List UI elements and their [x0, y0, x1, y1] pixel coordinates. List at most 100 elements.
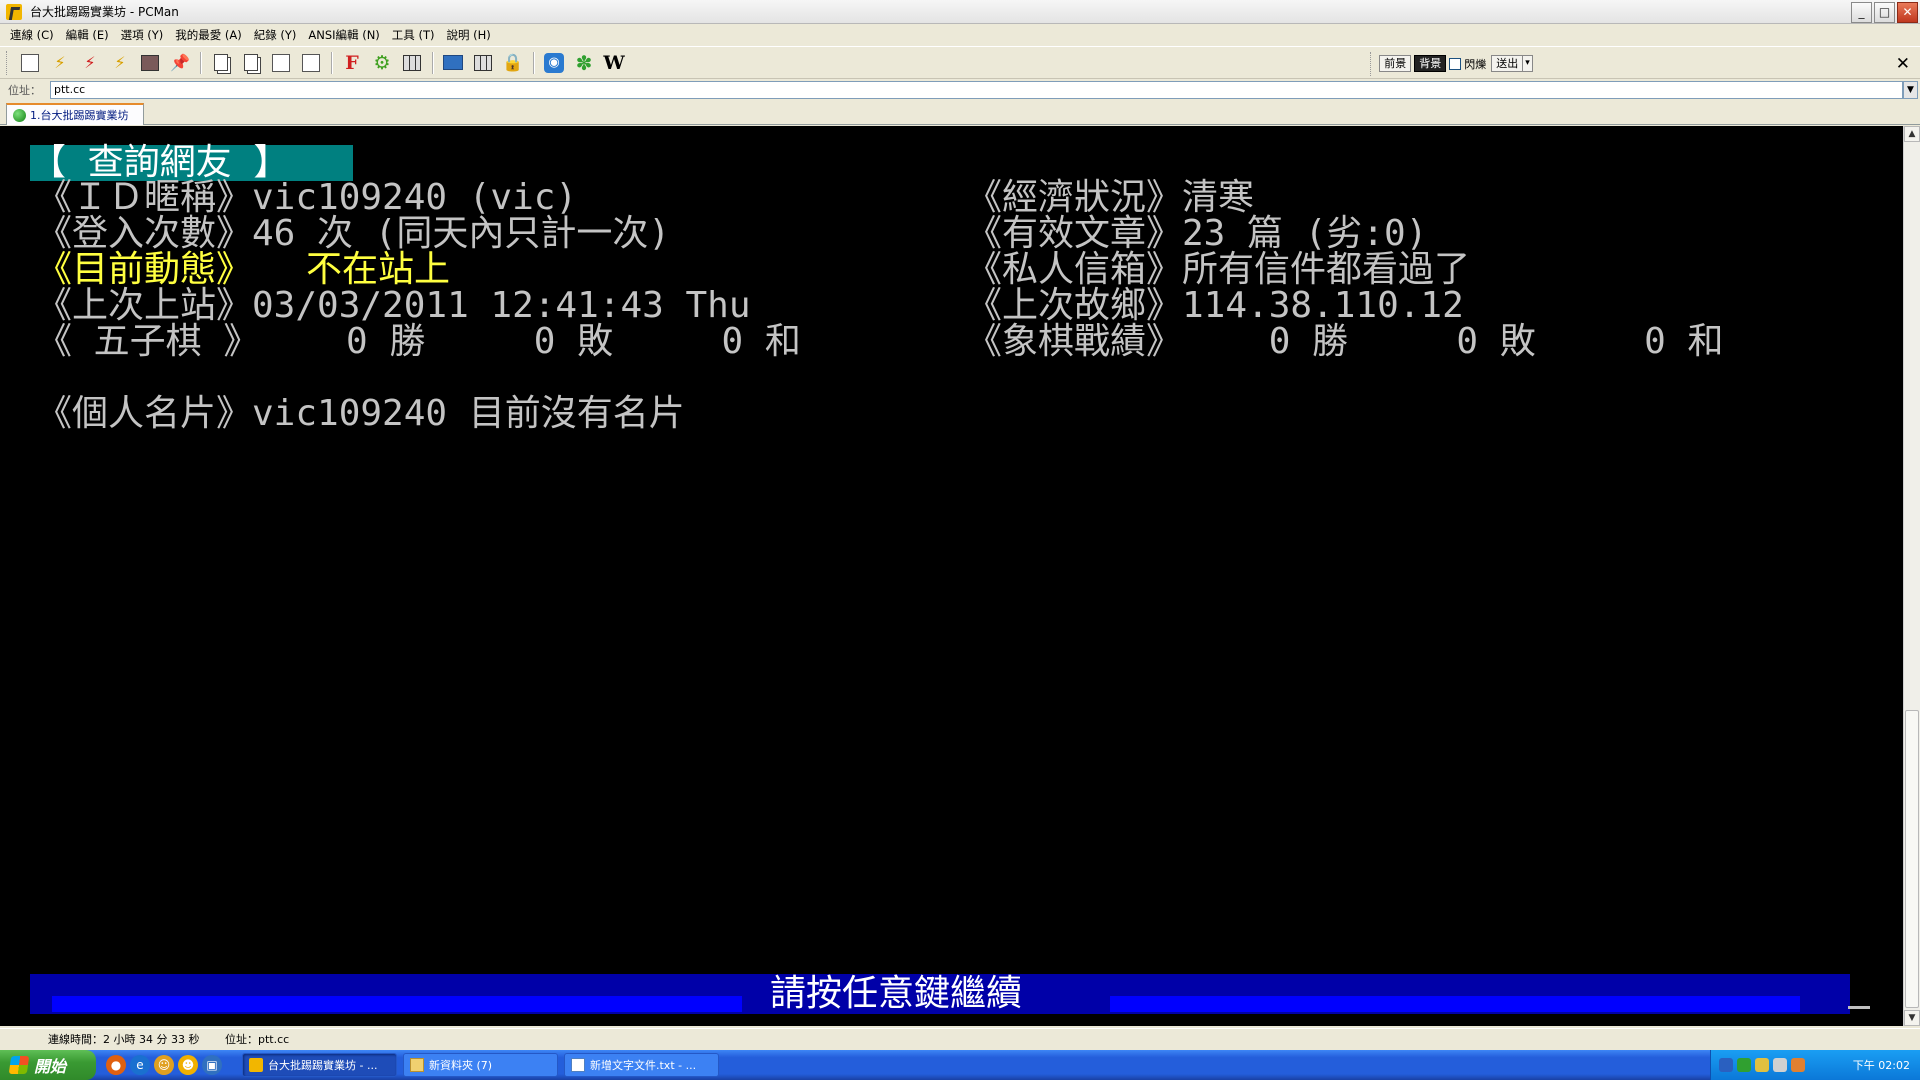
settings-gear-icon[interactable]: ⚙	[370, 51, 394, 75]
site-list-icon[interactable]	[18, 51, 42, 75]
title-bar: 台大批踢踢實業坊 - PCMan _ □ ✕	[0, 0, 1920, 24]
connected-status-icon	[13, 108, 26, 122]
checkbox-box[interactable]	[1449, 57, 1462, 70]
notepad-icon	[571, 1058, 585, 1072]
current-status-value: 不在站上	[306, 249, 451, 290]
close-icon[interactable]: ✕	[1896, 54, 1910, 74]
terminal-screen[interactable]: 【 查詢網友 】 《ＩＤ暱稱》vic109240 (vic) 《經濟狀況》清寒 …	[0, 126, 1903, 1026]
menu-edit[interactable]: 編輯 (E)	[60, 27, 115, 43]
taskbar-item-pcman[interactable]: 台大批踢踢實業坊 - ...	[242, 1053, 397, 1077]
start-label: 開始	[34, 1057, 67, 1076]
address-input[interactable]: ptt.cc	[50, 81, 1903, 99]
chevron-down-icon[interactable]: ▼	[1903, 81, 1918, 99]
copy-icon[interactable]	[209, 51, 233, 75]
background-color-button[interactable]: 背景	[1414, 55, 1447, 72]
menu-help[interactable]: 說明 (H)	[440, 27, 496, 43]
volume-icon[interactable]	[1773, 1058, 1787, 1072]
menu-connection[interactable]: 連線 (C)	[4, 27, 60, 43]
login-count-row: 《登入次數》46 次 (同天內只計一次)	[36, 213, 671, 254]
connection-time: 連線時間：2 小時 34 分 33 秒	[48, 1032, 200, 1046]
scroll-down-icon[interactable]: ▼	[1904, 1010, 1920, 1026]
address-bar: 位址： ptt.cc ▼	[0, 80, 1920, 100]
start-button[interactable]: 開始	[0, 1050, 96, 1080]
pcman-icon	[249, 1058, 263, 1072]
taskbar-item-label: 新資料夾 (7)	[429, 1059, 493, 1072]
last-login-row: 《上次上站》03/03/2011 12:41:43 Thu	[36, 285, 751, 326]
internet-explorer-icon[interactable]: e	[130, 1055, 150, 1075]
toolbar-separator	[200, 51, 201, 74]
disconnect-icon[interactable]: ⚡	[78, 51, 102, 75]
tab-label: 1.台大批踢踢實業坊	[30, 109, 129, 122]
address-label: 位址：	[8, 84, 41, 97]
taskbar-item-folder[interactable]: 新資料夾 (7)	[403, 1053, 558, 1077]
press-any-key-bar: 請按任意鍵繼續	[30, 974, 1850, 1014]
prompt-stripe-left	[52, 996, 742, 1012]
scroll-up-icon[interactable]: ▲	[1904, 126, 1920, 142]
close-connection-icon[interactable]	[138, 51, 162, 75]
scrollbar-thumb[interactable]	[1905, 710, 1919, 1008]
copy-ansi-icon[interactable]	[239, 51, 263, 75]
menu-tools[interactable]: 工具 (T)	[386, 27, 441, 43]
chess-record-row: 《象棋戰績》 0 勝 0 敗 0 和	[966, 321, 1724, 362]
current-status-label: 《目前動態》	[36, 249, 253, 290]
monitor-icon[interactable]	[441, 51, 465, 75]
mailbox-row: 《私人信箱》所有信件都看過了	[966, 249, 1471, 290]
menu-ansi-edit[interactable]: ANSI編輯 (N)	[302, 27, 385, 43]
chevron-down-icon[interactable]: ▾	[1523, 55, 1533, 72]
emoticon-table-icon[interactable]	[471, 51, 495, 75]
quick-launch: ● e ☺ ☻ ▣	[106, 1055, 222, 1075]
toolbar: ⚡ ⚡ ⚡ 📌 F ⚙ 🔒 ◉ ✽ W 前景 背景 閃爍 送出 ▾ ✕	[0, 46, 1920, 79]
paste-icon[interactable]	[269, 51, 293, 75]
windows-logo-icon	[8, 1056, 30, 1074]
window-controls: _ □ ✕	[1851, 2, 1918, 23]
reconnect-icon[interactable]: ⚡	[108, 51, 132, 75]
quick-connect-icon[interactable]: ⚡	[48, 51, 72, 75]
ansi-editor-icon[interactable]	[400, 51, 424, 75]
valid-posts-row: 《有效文章》23 篇 (劣:0)	[966, 213, 1428, 254]
show-desktop-icon[interactable]: ▣	[202, 1055, 222, 1075]
messenger-icon[interactable]: ☺	[154, 1055, 174, 1075]
wikipedia-icon[interactable]: W	[602, 51, 626, 75]
clock: 下午 02:02	[1852, 1059, 1910, 1072]
search-globe-icon[interactable]: ◉	[542, 51, 566, 75]
prompt-stripe-right	[1110, 996, 1800, 1012]
close-button[interactable]: ✕	[1897, 2, 1918, 23]
tab-connection-1[interactable]: 1.台大批踢踢實業坊	[6, 103, 144, 125]
menu-options[interactable]: 選項 (Y)	[115, 27, 170, 43]
foreground-color-button[interactable]: 前景	[1379, 55, 1412, 72]
send-button[interactable]: 送出	[1491, 55, 1524, 72]
blink-label: 閃爍	[1464, 57, 1487, 71]
emoticon-icon[interactable]: ☻	[178, 1055, 198, 1075]
press-any-key-prompt: 請按任意鍵繼續	[770, 973, 1023, 1014]
toolbar-grip[interactable]	[6, 50, 9, 75]
messenger-tray-icon[interactable]	[1791, 1058, 1805, 1072]
plurk-icon[interactable]: ✽	[572, 51, 596, 75]
toolbar-separator	[533, 51, 534, 74]
maximize-button[interactable]: □	[1874, 2, 1895, 23]
font-icon[interactable]: F	[340, 51, 364, 75]
text-cursor	[1848, 1006, 1870, 1009]
taskbar-item-label: 新增文字文件.txt - ...	[590, 1059, 697, 1072]
toolbar-separator	[331, 51, 332, 74]
select-all-icon[interactable]	[299, 51, 323, 75]
last-ip-row: 《上次故鄉》114.38.110.12	[966, 285, 1464, 326]
network-icon[interactable]	[1737, 1058, 1751, 1072]
taskbar-item-notepad[interactable]: 新增文字文件.txt - ...	[564, 1053, 719, 1077]
menu-log[interactable]: 紀錄 (Y)	[248, 27, 303, 43]
toolbar-grip[interactable]	[1370, 51, 1373, 76]
minimize-button[interactable]: _	[1851, 2, 1872, 23]
system-tray: 下午 02:02	[1710, 1050, 1920, 1080]
firefox-icon[interactable]: ●	[106, 1055, 126, 1075]
taskbar-item-label: 台大批踢踢實業坊 - ...	[268, 1059, 378, 1072]
lock-icon[interactable]: 🔒	[501, 51, 525, 75]
menu-favorites[interactable]: 我的最愛 (A)	[169, 27, 248, 43]
window-title: 台大批踢踢實業坊 - PCMan	[30, 5, 179, 19]
language-bar-icon[interactable]	[1719, 1058, 1733, 1072]
terminal-scrollbar[interactable]: ▲ ▼	[1903, 126, 1920, 1026]
add-favorite-icon[interactable]: 📌	[168, 51, 192, 75]
security-shield-icon[interactable]	[1755, 1058, 1769, 1072]
blink-checkbox[interactable]: 閃爍	[1449, 56, 1486, 72]
menu-bar: 連線 (C) 編輯 (E) 選項 (Y) 我的最愛 (A) 紀錄 (Y) ANS…	[0, 25, 1920, 45]
windows-taskbar: 開始 ● e ☺ ☻ ▣ 台大批踢踢實業坊 - ... 新資料夾 (7) 新增文…	[0, 1050, 1920, 1080]
tab-bar: 1.台大批踢踢實業坊	[0, 101, 1920, 125]
